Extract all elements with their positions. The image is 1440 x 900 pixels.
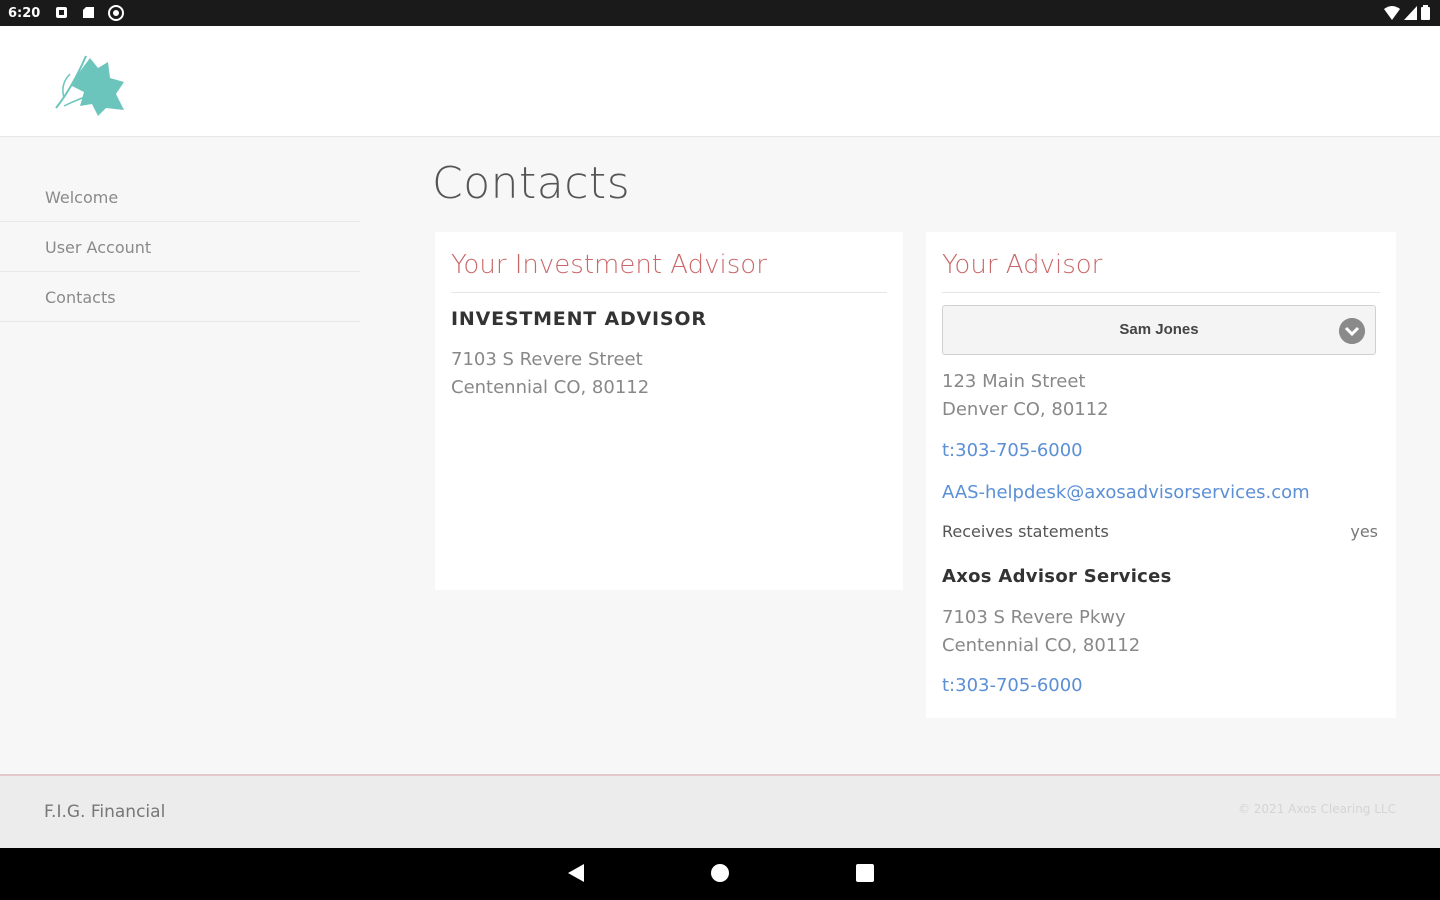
back-icon[interactable] <box>566 862 586 884</box>
home-icon[interactable] <box>710 862 730 884</box>
advisor-phone-link[interactable]: t:303-705-6000 <box>942 440 1083 461</box>
sidebar-item-welcome[interactable]: Welcome <box>0 172 360 222</box>
status-bar: 6:20 <box>0 0 1440 26</box>
divider <box>451 292 887 293</box>
card-title: Your Investment Advisor <box>451 250 767 280</box>
advisor-card: Your Advisor Sam Jones 123 Main Street D… <box>926 232 1396 718</box>
advisor-address-line-1: 123 Main Street <box>942 371 1086 392</box>
signal-icon <box>1404 5 1417 20</box>
app-header <box>0 26 1440 137</box>
page-title: Contacts <box>432 158 631 209</box>
divider <box>942 292 1380 293</box>
android-nav-bar <box>0 848 1440 900</box>
leaf-logo-icon[interactable] <box>50 48 130 118</box>
chevron-down-icon <box>1339 318 1365 344</box>
status-time: 6:20 <box>8 6 41 21</box>
battery-icon <box>1421 5 1430 20</box>
recents-icon[interactable] <box>855 862 875 884</box>
statements-value: yes <box>1350 522 1378 541</box>
firm-phone-link[interactable]: t:303-705-6000 <box>942 675 1083 696</box>
sidebar: Welcome User Account Contacts <box>0 172 360 322</box>
firm-name: Axos Advisor Services <box>942 566 1172 587</box>
wifi-icon <box>1384 5 1400 20</box>
footer-brand: F.I.G. Financial <box>44 802 166 822</box>
sidebar-item-user-account[interactable]: User Account <box>0 222 360 272</box>
sidebar-item-contacts[interactable]: Contacts <box>0 272 360 322</box>
firm-address-line-2: Centennial CO, 80112 <box>942 635 1141 656</box>
advisor-address-line-2: Denver CO, 80112 <box>942 399 1109 420</box>
advisor-firm-name: INVESTMENT ADVISOR <box>451 308 707 330</box>
statements-label: Receives statements <box>942 522 1109 541</box>
address-line-2: Centennial CO, 80112 <box>451 377 650 398</box>
footer: F.I.G. Financial © 2021 Axos Clearing LL… <box>0 774 1440 850</box>
footer-copyright: © 2021 Axos Clearing LLC <box>1237 802 1396 816</box>
investment-advisor-card: Your Investment Advisor INVESTMENT ADVIS… <box>435 232 903 590</box>
card-title: Your Advisor <box>942 250 1103 280</box>
notification-icon <box>56 7 67 18</box>
firm-address-line-1: 7103 S Revere Pkwy <box>942 607 1126 628</box>
vpn-icon <box>108 5 124 21</box>
advisor-select[interactable]: Sam Jones <box>942 305 1376 355</box>
advisor-select-value: Sam Jones <box>1119 321 1199 338</box>
address-line-1: 7103 S Revere Street <box>451 349 643 370</box>
sd-card-icon <box>83 7 94 18</box>
advisor-email-link[interactable]: AAS-helpdesk@axosadvisorservices.com <box>942 482 1310 503</box>
